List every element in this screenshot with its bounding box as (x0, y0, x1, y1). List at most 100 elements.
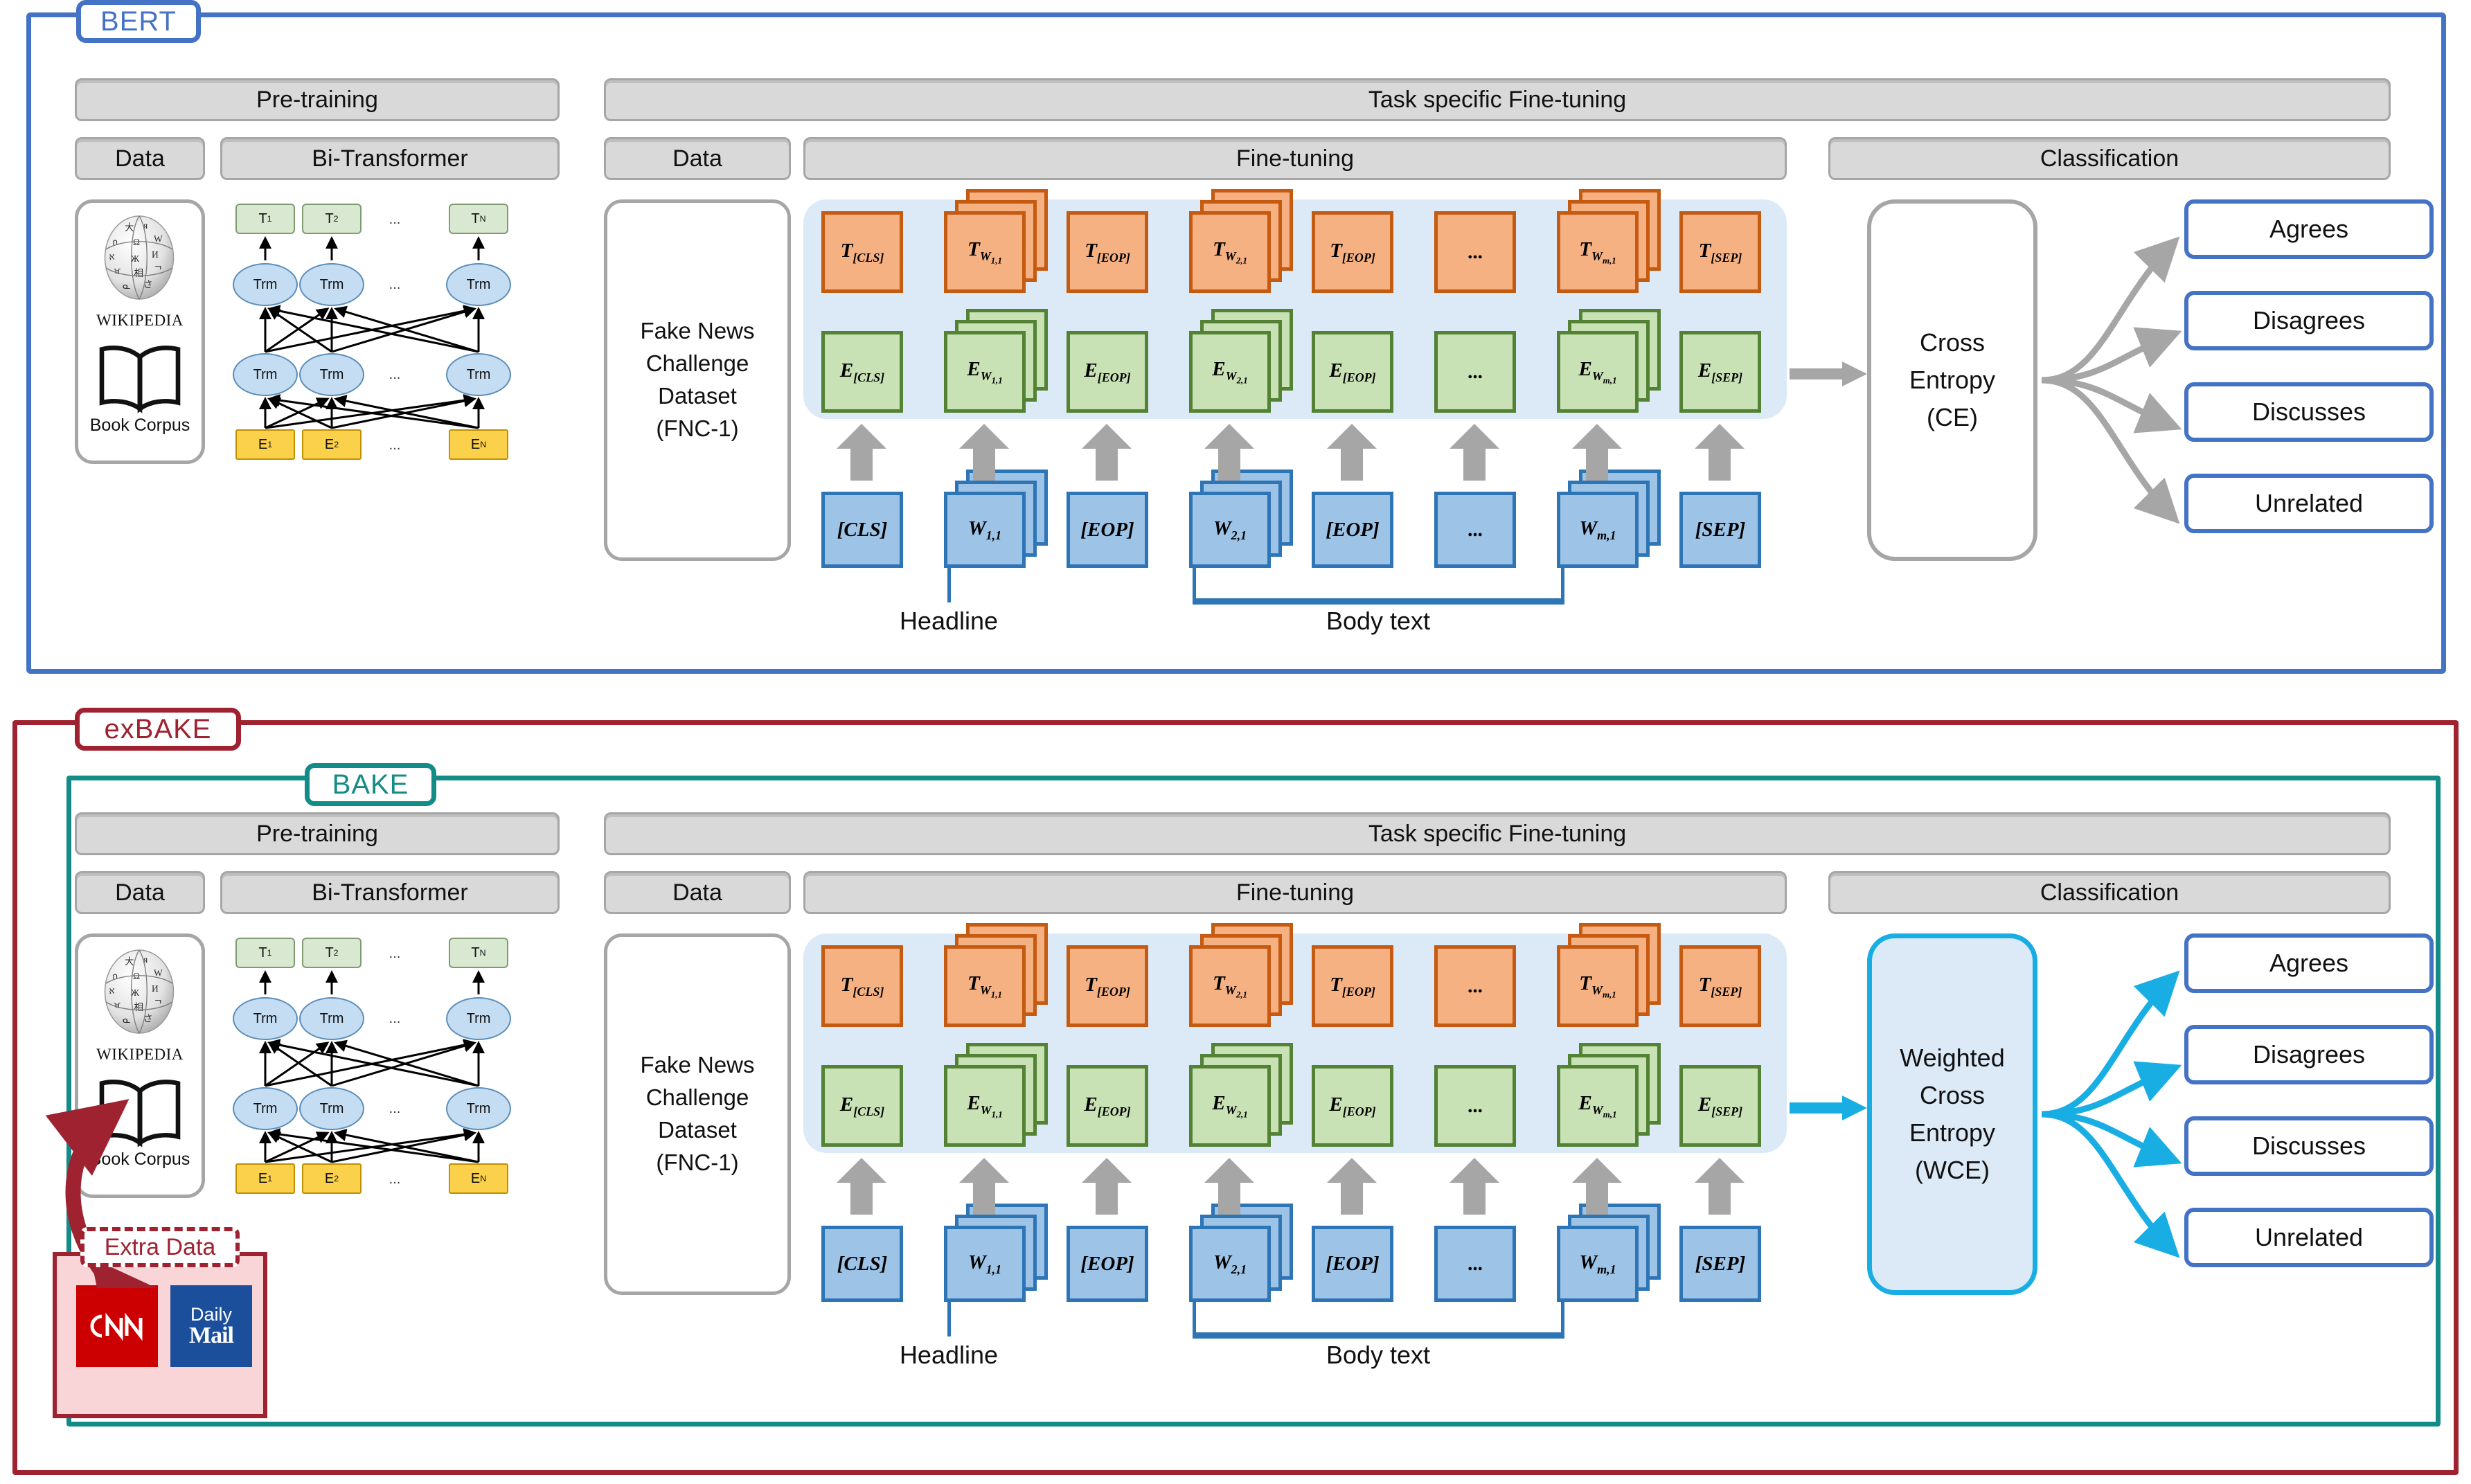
pretrain-input-E3: EN (449, 1163, 508, 1194)
pretrain-input-E1: E1 (235, 1163, 295, 1194)
token-label: [EOP] (1080, 1252, 1134, 1275)
token-label: W2,1 (1213, 517, 1247, 542)
token-label: E[CLS] (839, 359, 885, 384)
token-label: T[SEP] (1698, 973, 1742, 999)
header-fine-tuning: Fine-tuning (803, 137, 1787, 180)
svg-text:א: א (109, 251, 115, 262)
up-arrow-eop2 (1324, 421, 1380, 481)
svg-text:相: 相 (134, 1002, 144, 1012)
body-leader-left (1193, 1302, 1196, 1334)
token-label: [EOP] (1326, 518, 1380, 541)
token-e-cls: E[CLS] (821, 331, 903, 413)
up-arrow-w11 (956, 1155, 1012, 1215)
dataset-line-2: Dataset (658, 383, 737, 409)
pretrain-ellipsis-3: ... (389, 366, 401, 382)
pretrain-trm-lower-3: Trm (446, 353, 511, 396)
token-w-cls: [CLS] (821, 1226, 903, 1302)
pretrain-output-T3: TN (449, 204, 508, 234)
token-w-w11: W1,1 (944, 492, 1026, 568)
token-w-eop1: [EOP] (1067, 1226, 1148, 1302)
pretrain-output-T1: T1 (235, 938, 295, 968)
token-label: TW2,1 (1213, 972, 1247, 1000)
headline-caption: Headline (899, 1341, 999, 1369)
token-label: T[EOP] (1085, 239, 1130, 265)
header-data-pre: Data (75, 871, 205, 914)
pretrain-ellipsis-4: ... (389, 1171, 401, 1187)
token-label: W1,1 (967, 517, 1002, 542)
up-arrow-wm1 (1569, 1155, 1625, 1215)
body-leader-right (1561, 568, 1564, 600)
token-label: ... (1468, 518, 1483, 541)
token-e-eop1: E[EOP] (1067, 331, 1148, 413)
token-e-w21: EW2,1 (1189, 1065, 1271, 1147)
token-t-eop1: T[EOP] (1067, 945, 1148, 1027)
token-w-w21: W2,1 (1189, 1226, 1271, 1302)
token-label: W1,1 (967, 1251, 1002, 1276)
svg-text:Ж: Ж (131, 987, 140, 998)
dataset-panel: Fake News Challenge Dataset (FNC-1) (604, 933, 791, 1295)
token-label: T[CLS] (840, 239, 884, 265)
extra-data-title: Extra Data (80, 1227, 240, 1267)
token-label: [SEP] (1695, 1252, 1746, 1275)
class-box-discusses: Discusses (2184, 382, 2434, 442)
body-text-caption: Body text (1326, 607, 1431, 635)
token-w-dots: ... (1434, 492, 1516, 568)
svg-text:大: 大 (125, 956, 134, 967)
svg-text:相: 相 (134, 268, 144, 278)
token-t-wm1: TWm,1 (1557, 211, 1639, 293)
classification-fanout (2037, 933, 2204, 1295)
token-t-w11: TW1,1 (944, 945, 1026, 1027)
token-label: E[EOP] (1329, 1093, 1376, 1118)
up-arrow-sep (1692, 421, 1747, 481)
token-e-eop2: E[EOP] (1312, 1065, 1393, 1147)
token-label: TW2,1 (1213, 238, 1247, 266)
token-w-wm1: Wm,1 (1557, 492, 1639, 568)
header-pretraining: Pre-training (75, 78, 560, 121)
token-e-wm1: EWm,1 (1557, 331, 1639, 413)
loss-line-2: (CE) (1927, 403, 1978, 431)
pretrain-trm-lower-2: Trm (299, 353, 364, 396)
svg-text:И: И (152, 249, 159, 260)
dataset-line-1: Challenge (645, 350, 749, 377)
class-box-discusses: Discusses (2184, 1116, 2434, 1176)
up-arrow-eop1 (1079, 421, 1134, 481)
loss-input-arrow (1790, 360, 1867, 388)
loss-line-1: Cross (1919, 1081, 1985, 1109)
token-label: EWm,1 (1578, 357, 1617, 386)
dataset-line-2: Dataset (658, 1117, 737, 1143)
token-label: ... (1468, 1252, 1483, 1275)
up-arrow-w11 (956, 421, 1012, 481)
pretrain-output-T2: T2 (302, 938, 362, 968)
token-w-wm1: Wm,1 (1557, 1226, 1639, 1302)
up-arrow-w21 (1202, 421, 1257, 481)
header-fine-tuning: Fine-tuning (803, 871, 1787, 914)
headline-leader (947, 1302, 951, 1337)
book-corpus-icon (94, 338, 186, 415)
header-data-ft: Data (604, 871, 791, 914)
up-arrow-cls (834, 1155, 889, 1215)
pretrain-output-T3: TN (449, 938, 508, 968)
pretrain-trm-upper-2: Trm (299, 263, 364, 306)
frame-tag-exbake: exBAKE (75, 708, 241, 751)
token-label: TWm,1 (1579, 972, 1616, 1000)
pretrain-input-E2: E2 (302, 1163, 362, 1194)
token-label: [EOP] (1080, 518, 1134, 541)
header-bi-transformer: Bi-Transformer (220, 137, 560, 180)
token-w-sep: [SEP] (1679, 1226, 1761, 1302)
header-classification: Classification (1828, 137, 2391, 180)
headline-caption: Headline (899, 607, 999, 635)
up-arrow-cls (834, 421, 889, 481)
pretrain-input-E2: E2 (302, 429, 362, 460)
loss-line-3: (WCE) (1915, 1156, 1990, 1184)
svg-text:大: 大 (125, 222, 134, 233)
up-arrow-dots (1447, 1155, 1502, 1215)
token-label: T[EOP] (1085, 973, 1130, 999)
class-box-agrees: Agrees (2184, 199, 2434, 259)
token-t-wm1: TWm,1 (1557, 945, 1639, 1027)
up-arrow-eop1 (1079, 1155, 1134, 1215)
token-w-eop2: [EOP] (1312, 1226, 1393, 1302)
token-label: EW2,1 (1212, 1091, 1248, 1120)
wikipedia-icon: 大я กΩW אЖИ ਖ相ᄀ ᓇさ (87, 208, 191, 312)
token-label: [CLS] (837, 518, 888, 541)
class-box-unrelated: Unrelated (2184, 1208, 2434, 1267)
